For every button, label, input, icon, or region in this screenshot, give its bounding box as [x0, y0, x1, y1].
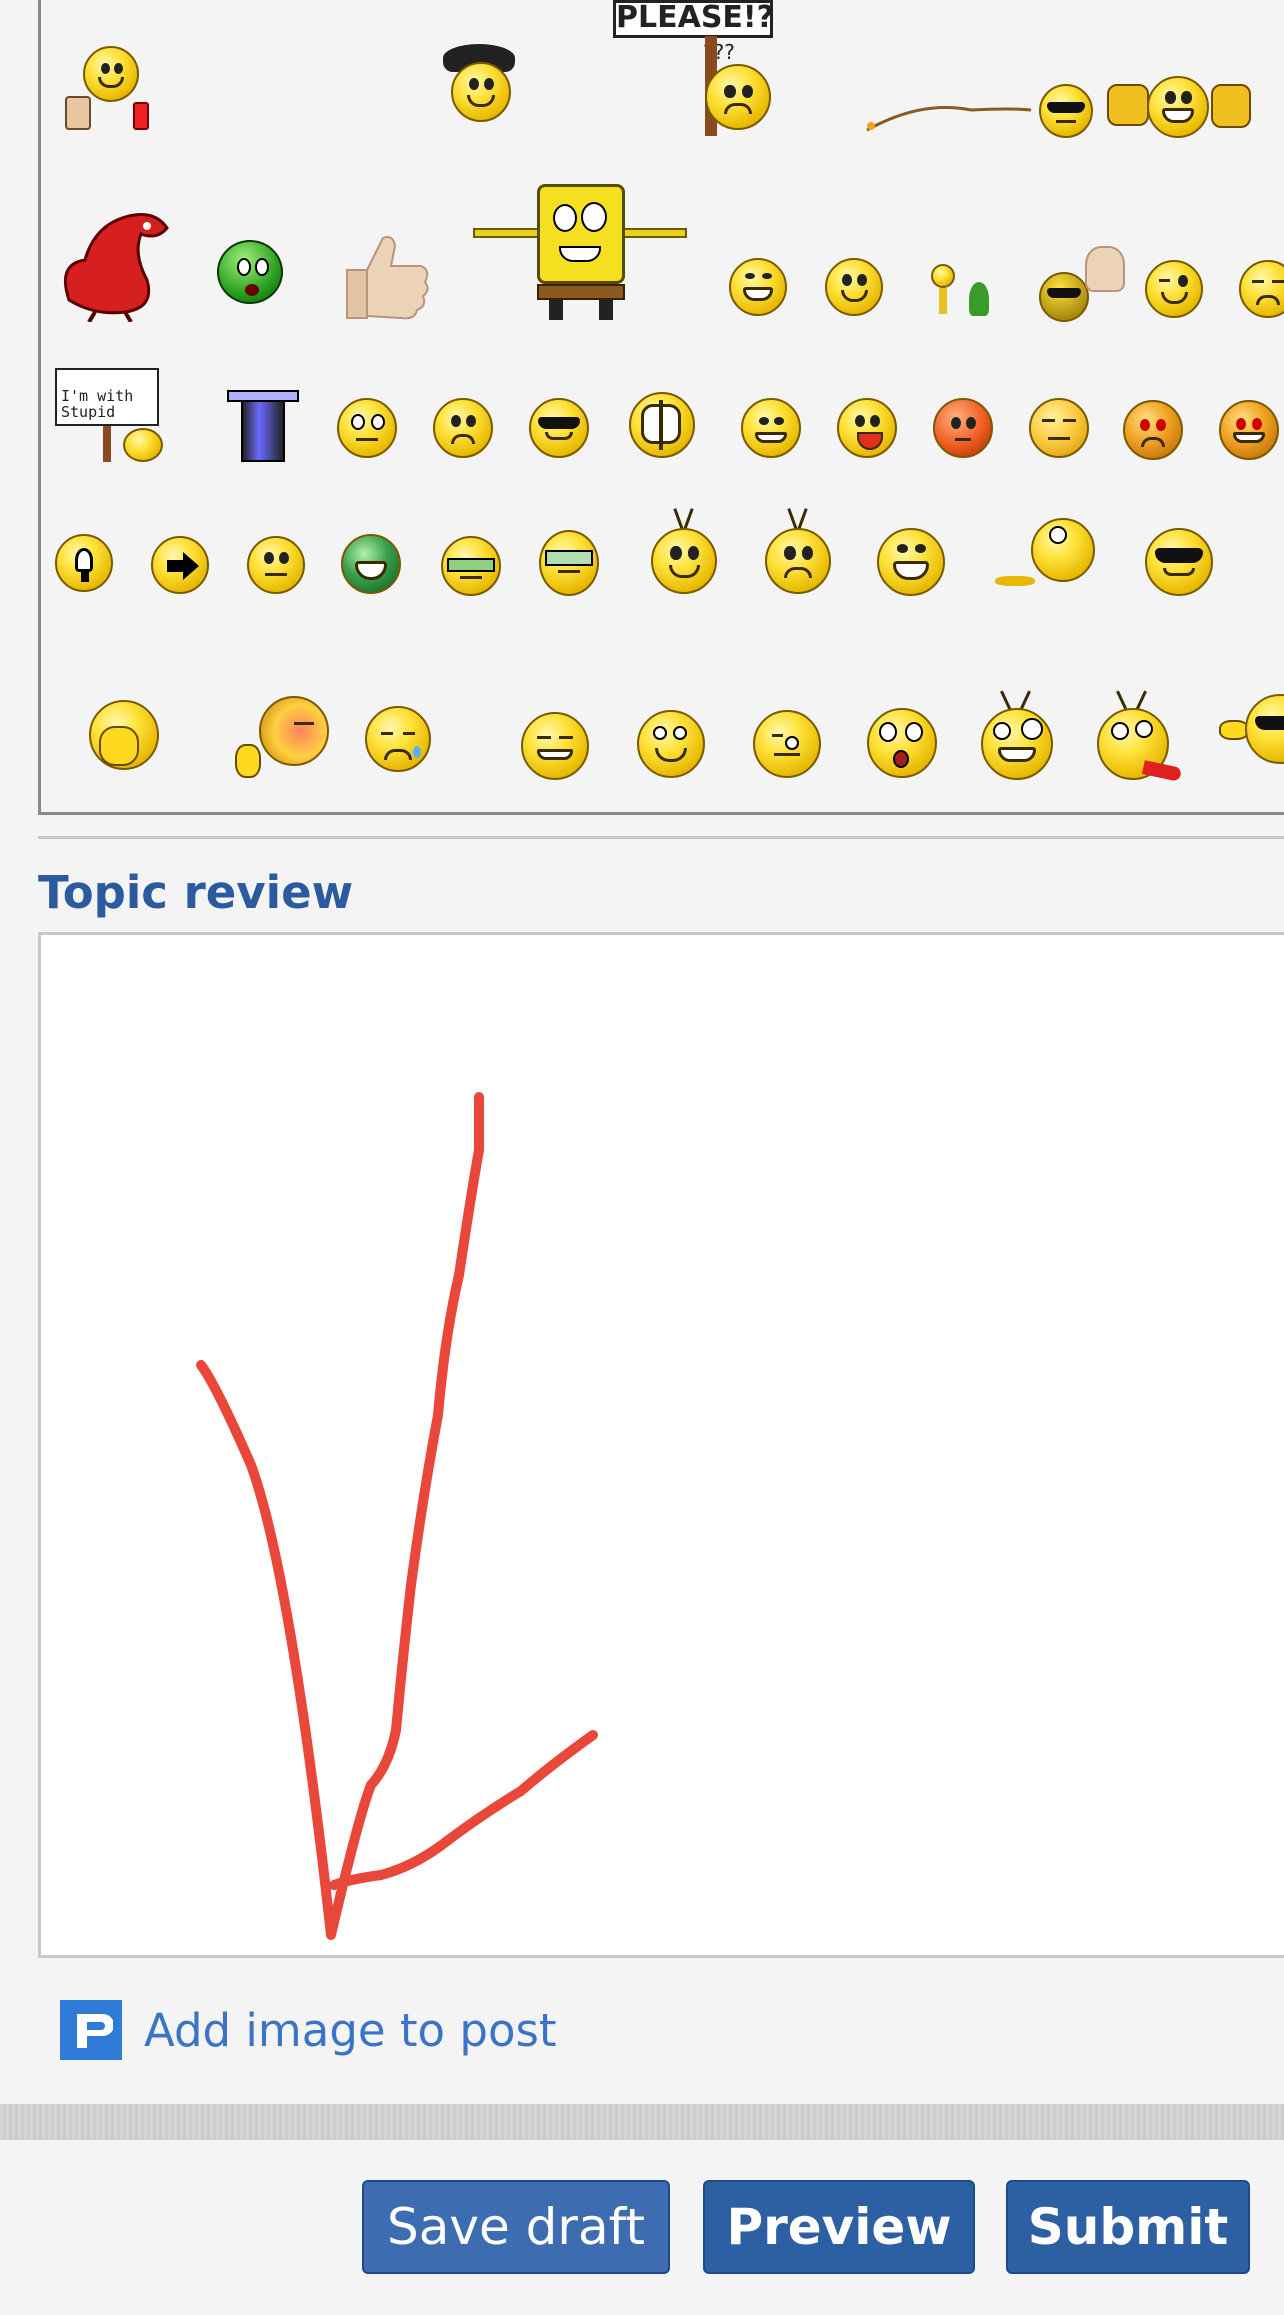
submit-button[interactable]: Submit: [1006, 2180, 1250, 2274]
add-image-label[interactable]: Add image to post: [144, 2004, 557, 2057]
smiley-smile[interactable]: [825, 258, 887, 320]
smiley-with-stupid[interactable]: I'm with Stupid: [55, 356, 185, 466]
smiley-cool[interactable]: [529, 398, 593, 462]
smiley-thumbs-party[interactable]: [1101, 70, 1261, 142]
smiley-evil[interactable]: [1219, 392, 1284, 462]
smiley-spongebob[interactable]: [467, 180, 693, 326]
smiley-tongue-out[interactable]: [1093, 690, 1189, 786]
smiley-neutral[interactable]: [247, 536, 309, 598]
smiley-rolling[interactable]: [995, 518, 1099, 598]
smiley-helmet[interactable]: [629, 392, 699, 462]
p-icon: [60, 2000, 122, 2060]
smiley-wink[interactable]: [1145, 260, 1207, 322]
smiley-arrow[interactable]: [151, 536, 213, 598]
smiley-shy[interactable]: [1239, 260, 1284, 322]
smiley-dragon[interactable]: [55, 204, 175, 324]
smiley-big-grin[interactable]: [877, 528, 949, 600]
smiley-tongue[interactable]: [837, 398, 901, 462]
toolbar-separator: [0, 2104, 1284, 2140]
smiley-sunglasses[interactable]: [1145, 528, 1217, 600]
smiley-panel: PLEASE!? ??? I'm with Stupid: [38, 0, 1284, 815]
smiley-sad-tear[interactable]: [365, 706, 437, 778]
save-draft-button[interactable]: Save draft: [362, 2180, 670, 2274]
smiley-antenna-sad[interactable]: [761, 508, 835, 598]
smiley-devil[interactable]: [1123, 392, 1189, 462]
smiley-dancing[interactable]: [925, 258, 1005, 320]
smiley-please-sign[interactable]: PLEASE!? ???: [613, 0, 774, 136]
smiley-crazy[interactable]: [977, 690, 1061, 784]
smiley-annoyed[interactable]: [1029, 398, 1093, 462]
smiley-thumbs-up[interactable]: [341, 230, 433, 322]
smiley-grin[interactable]: [729, 258, 791, 320]
smiley-sly[interactable]: [521, 712, 593, 784]
red-arrow-annotation: [196, 1092, 598, 1940]
preview-button[interactable]: Preview: [703, 2180, 975, 2274]
please-sign-text: PLEASE!?: [613, 0, 774, 38]
smiley-blush[interactable]: [229, 696, 333, 780]
topic-review-box[interactable]: [38, 932, 1284, 1958]
smiley-headbang[interactable]: [1031, 246, 1151, 326]
smiley-facepalm[interactable]: [85, 700, 165, 780]
smiley-fishing[interactable]: [861, 80, 1097, 140]
smiley-eek[interactable]: [337, 398, 401, 462]
smiley-geek[interactable]: [535, 530, 605, 602]
smiley-green-alien[interactable]: [191, 228, 301, 318]
topic-review-title: Topic review: [38, 866, 354, 919]
smiley-green-grin[interactable]: [341, 534, 405, 598]
with-stupid-sign: I'm with Stupid: [55, 368, 159, 426]
smiley-rolleyes[interactable]: [637, 710, 709, 782]
add-image-to-post[interactable]: Add image to post: [60, 2000, 557, 2060]
smiley-police[interactable]: [441, 40, 521, 132]
smiley-nerd[interactable]: [437, 536, 507, 598]
smiley-drool[interactable]: [753, 710, 825, 782]
smiley-red-face[interactable]: [933, 398, 997, 462]
smiley-hat[interactable]: [223, 386, 303, 466]
smiley-confused[interactable]: [433, 398, 497, 462]
smiley-drinking[interactable]: [63, 36, 149, 136]
smiley-lightbulb[interactable]: [55, 534, 117, 598]
smiley-antenna-happy[interactable]: [647, 508, 721, 598]
smiley-mad[interactable]: [741, 398, 805, 462]
section-divider: [38, 836, 1284, 839]
smiley-pointing[interactable]: [1219, 690, 1284, 770]
smiley-shock[interactable]: [867, 708, 941, 782]
